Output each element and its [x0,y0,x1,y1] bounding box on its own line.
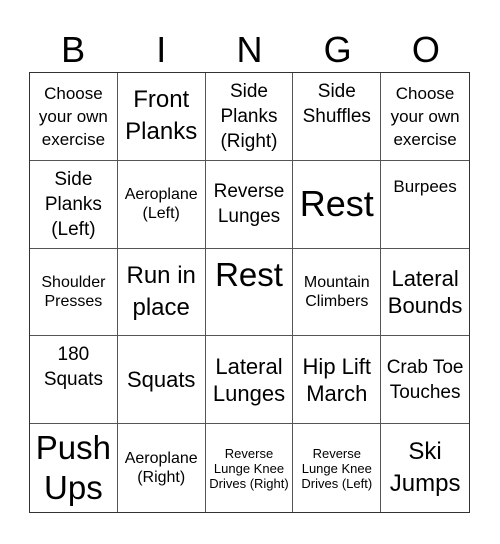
cell-label: Front Planks [125,86,198,146]
cell-label: Reverse Lunge Knee Drives (Right) [209,445,289,491]
bingo-cell[interactable]: Side Planks (Right) [205,73,294,161]
bingo-cell[interactable]: Burpees [381,161,469,249]
cell-label: Mountain Climbers [303,273,370,310]
bingo-cell[interactable]: Front Planks [117,73,206,161]
cell-label: Side Shuffles [302,81,371,127]
cell-label: Run in place [126,261,196,321]
header-letter-n: N [236,29,263,70]
bingo-cell[interactable]: Aeroplane (Left) [117,160,206,249]
bingo-cell[interactable]: Run in place [117,248,206,337]
bingo-cell[interactable]: Choose your own exercise [381,73,469,161]
bingo-cell[interactable]: Side Shuffles [293,73,382,161]
cell-label: Choose your own exercise [390,83,460,149]
header-letter-i: I [156,29,167,70]
bingo-cell[interactable]: Squats [117,336,206,425]
cell-label: Aeroplane (Right) [124,450,198,487]
cell-label: Choose your own exercise [38,83,108,149]
header-letter-o: O [411,29,440,70]
bingo-cell[interactable]: Reverse Lunges [205,160,294,249]
bingo-cell[interactable]: Reverse Lunge Knee Drives (Right) [206,424,294,512]
cell-label: Reverse Lunges [213,181,285,228]
bingo-header: B I N G O [29,28,470,72]
bingo-cell[interactable]: Crab Toe Touches [381,336,469,425]
cell-label: Reverse Lunge Knee Drives (Left) [301,445,373,491]
cell-label: Hip Lift March [302,353,372,406]
cell-label: Shoulder Presses [41,273,106,310]
cell-label: Rest [299,183,374,225]
cell-label: Squats [126,367,196,393]
header-letter-b: B [61,29,86,70]
bingo-cell[interactable]: Lateral Lunges [205,336,294,425]
cell-label: Crab Toe Touches [386,356,464,403]
bingo-cell[interactable]: Push Ups [30,424,118,512]
cell-label: Side Planks (Right) [220,80,278,152]
cell-label: 180 Squats [43,344,103,391]
cell-label: Rest [215,255,283,293]
cell-label: Ski Jumps [389,438,461,498]
bingo-cell[interactable]: Hip Lift March [293,336,382,425]
bingo-cell[interactable]: Mountain Climbers [293,248,382,337]
bingo-cell[interactable]: Reverse Lunge Knee Drives (Left) [293,424,382,512]
bingo-cell[interactable]: Ski Jumps [381,424,469,512]
cell-label: Lateral Bounds [387,265,463,318]
bingo-cell[interactable]: Side Planks (Left) [30,160,118,249]
header-letter-g: G [323,29,352,70]
bingo-cell[interactable]: Shoulder Presses [30,248,118,337]
cell-label: Push Ups [35,429,111,507]
cell-label: Aeroplane (Left) [124,186,198,223]
cell-label: Lateral Lunges [212,353,286,406]
cell-label: Side Planks (Left) [44,168,102,240]
bingo-cell[interactable]: Rest [293,160,382,249]
bingo-cell[interactable]: Choose your own exercise [30,73,118,161]
bingo-cell[interactable]: 180 Squats [30,336,118,425]
cell-label: Burpees [393,176,457,196]
bingo-grid: Choose your own exercise Front Planks Si… [29,72,470,513]
bingo-cell[interactable]: Lateral Bounds [381,249,469,337]
bingo-cell[interactable]: Rest [205,248,294,337]
bingo-cell[interactable]: Aeroplane (Right) [118,424,206,512]
